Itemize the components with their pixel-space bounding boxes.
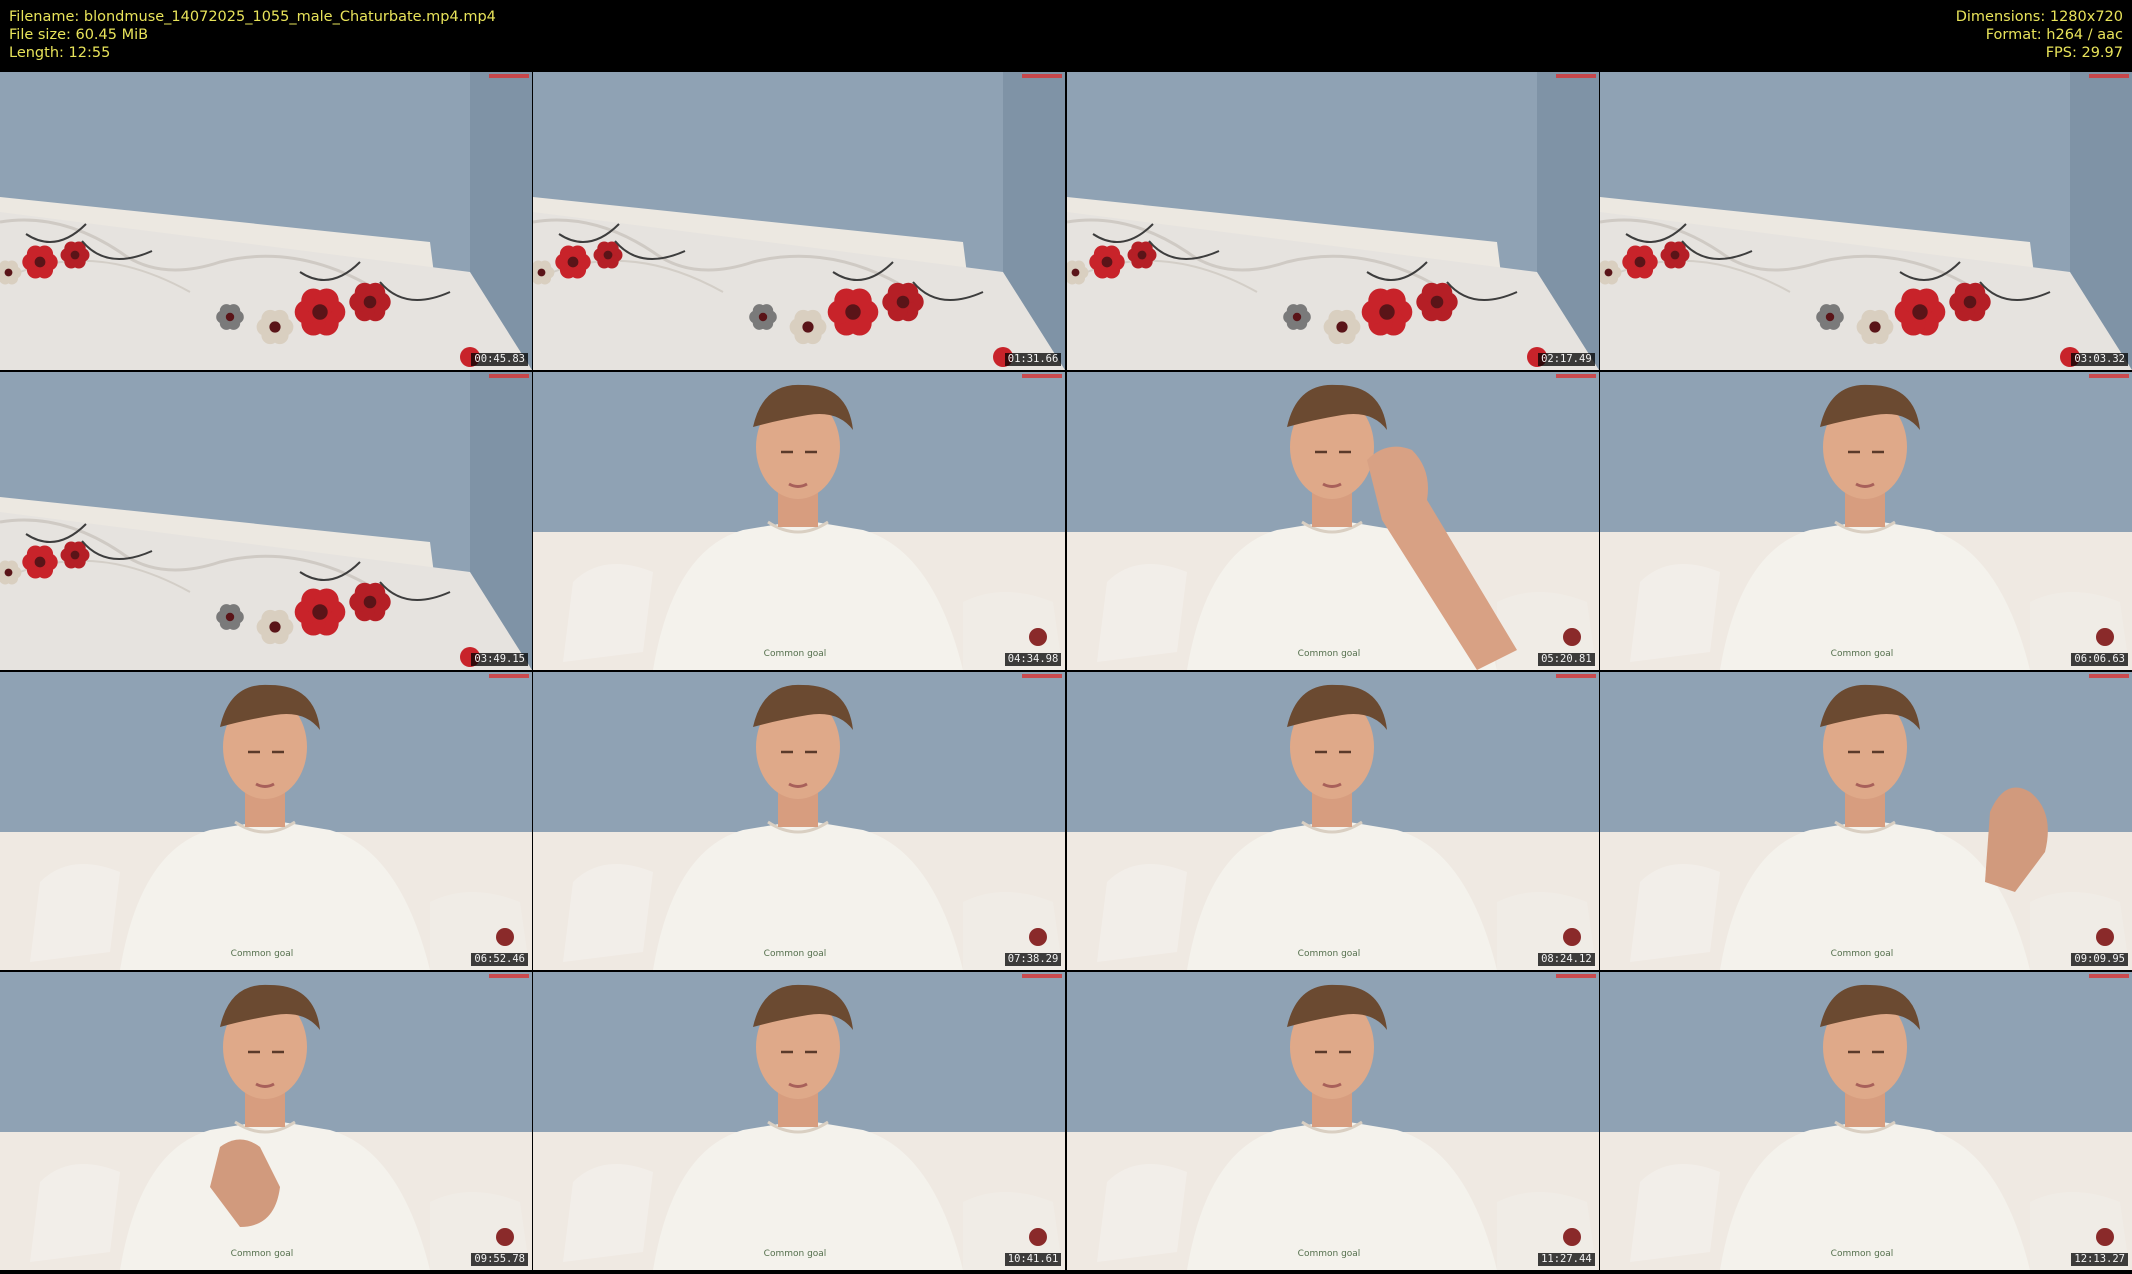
watermark-logo	[489, 374, 529, 378]
frame-image: Common goal	[533, 672, 1066, 970]
frame-timestamp: 02:17.49	[1538, 353, 1595, 366]
file-meta-left: Filename: blondmuse_14072025_1055_male_C…	[9, 8, 496, 62]
thumbnail-grid: 00:45.83 01:31.66 02:17.49 03:03.32 03:4…	[0, 72, 2132, 1272]
frame-image: Common goal	[1599, 972, 2132, 1270]
frame-image: Common goal	[1066, 672, 1599, 970]
frame-timestamp: 09:55.78	[471, 1253, 528, 1266]
watermark-logo	[489, 74, 529, 78]
frame-timestamp: 03:49.15	[471, 653, 528, 666]
watermark-logo	[1555, 974, 1596, 978]
watermark-logo	[489, 974, 529, 978]
filename-text: Filename: blondmuse_14072025_1055_male_C…	[9, 9, 496, 25]
shirt-print: Common goal	[1297, 1249, 1360, 1259]
thumbnail-frame: 03:03.32	[1599, 72, 2132, 370]
shirt-print: Common goal	[764, 1249, 827, 1259]
frame-timestamp: 09:09.95	[2071, 953, 2128, 966]
thumbnail-frame: Common goal 04:34.98	[533, 372, 1066, 670]
watermark-logo	[1555, 374, 1596, 378]
format-text: Format: h264 / aac	[1985, 27, 2123, 43]
thumbnail-frame: 02:17.49	[1066, 72, 1599, 370]
frame-image	[533, 72, 1066, 370]
shirt-print: Common goal	[1831, 949, 1894, 959]
frame-timestamp: 11:27.44	[1538, 1253, 1595, 1266]
watermark-logo	[2088, 974, 2129, 978]
frame-timestamp: 06:52.46	[471, 953, 528, 966]
shirt-print: Common goal	[764, 949, 827, 959]
thumbnail-frame: Common goal 05:20.81	[1066, 372, 1599, 670]
frame-image: Common goal	[1066, 372, 1599, 670]
watermark-logo	[1555, 674, 1596, 678]
frame-timestamp: 12:13.27	[2071, 1253, 2128, 1266]
thumbnail-frame: Common goal 10:41.61	[533, 972, 1066, 1270]
frame-timestamp: 04:34.98	[1004, 653, 1062, 666]
frame-timestamp: 01:31.66	[1004, 353, 1062, 366]
file-meta-right: Dimensions: 1280x720 Format: h264 / aac …	[1956, 8, 2123, 62]
thumbnail-frame: Common goal 12:13.27	[1599, 972, 2132, 1270]
sheet-header: Filename: blondmuse_14072025_1055_male_C…	[0, 0, 2132, 72]
frame-timestamp: 05:20.81	[1538, 653, 1595, 666]
frame-timestamp: 07:38.29	[1004, 953, 1062, 966]
thumbnail-frame: Common goal 08:24.12	[1066, 672, 1599, 970]
dimensions-text: Dimensions: 1280x720	[1955, 9, 2123, 25]
shirt-print: Common goal	[1831, 649, 1894, 659]
frame-image	[0, 372, 532, 670]
watermark-logo	[2088, 674, 2129, 678]
frame-image: Common goal	[533, 972, 1066, 1270]
frame-image	[1066, 72, 1599, 370]
thumbnail-frame: Common goal 07:38.29	[533, 672, 1066, 970]
frame-timestamp: 00:45.83	[471, 353, 528, 366]
thumbnail-frame: Common goal 11:27.44	[1066, 972, 1599, 1270]
frame-image: Common goal	[0, 672, 532, 970]
shirt-print: Common goal	[231, 949, 294, 959]
filesize-text: File size: 60.45 MiB	[9, 27, 149, 43]
frame-image: Common goal	[1066, 972, 1599, 1270]
frame-image: Common goal	[533, 372, 1066, 670]
fps-text: FPS: 29.97	[2045, 45, 2123, 61]
thumbnail-frame: Common goal 06:52.46	[0, 672, 532, 970]
frame-timestamp: 06:06.63	[2071, 653, 2128, 666]
watermark-logo	[1022, 974, 1063, 978]
watermark-logo	[1555, 74, 1596, 78]
frame-image: Common goal	[1599, 672, 2132, 970]
length-text: Length: 12:55	[9, 45, 111, 61]
shirt-print: Common goal	[764, 649, 827, 659]
frame-timestamp: 10:41.61	[1004, 1253, 1062, 1266]
thumbnail-frame: Common goal 09:09.95	[1599, 672, 2132, 970]
shirt-print: Common goal	[1297, 949, 1360, 959]
watermark-logo	[1022, 374, 1063, 378]
watermark-logo	[2088, 74, 2129, 78]
frame-image	[1599, 72, 2132, 370]
watermark-logo	[1022, 74, 1063, 78]
thumbnail-frame: Common goal 09:55.78	[0, 972, 532, 1270]
watermark-logo	[489, 674, 529, 678]
frame-image: Common goal	[0, 972, 532, 1270]
watermark-logo	[2088, 374, 2129, 378]
thumbnail-frame: 03:49.15	[0, 372, 532, 670]
shirt-print: Common goal	[1831, 1249, 1894, 1259]
shirt-print: Common goal	[231, 1249, 294, 1259]
frame-image: Common goal	[1599, 372, 2132, 670]
watermark-logo	[1022, 674, 1063, 678]
frame-image	[0, 72, 532, 370]
thumbnail-frame: Common goal 06:06.63	[1599, 372, 2132, 670]
frame-timestamp: 03:03.32	[2071, 353, 2128, 366]
thumbnail-frame: 01:31.66	[533, 72, 1066, 370]
frame-timestamp: 08:24.12	[1538, 953, 1595, 966]
thumbnail-frame: 00:45.83	[0, 72, 532, 370]
shirt-print: Common goal	[1297, 649, 1360, 659]
